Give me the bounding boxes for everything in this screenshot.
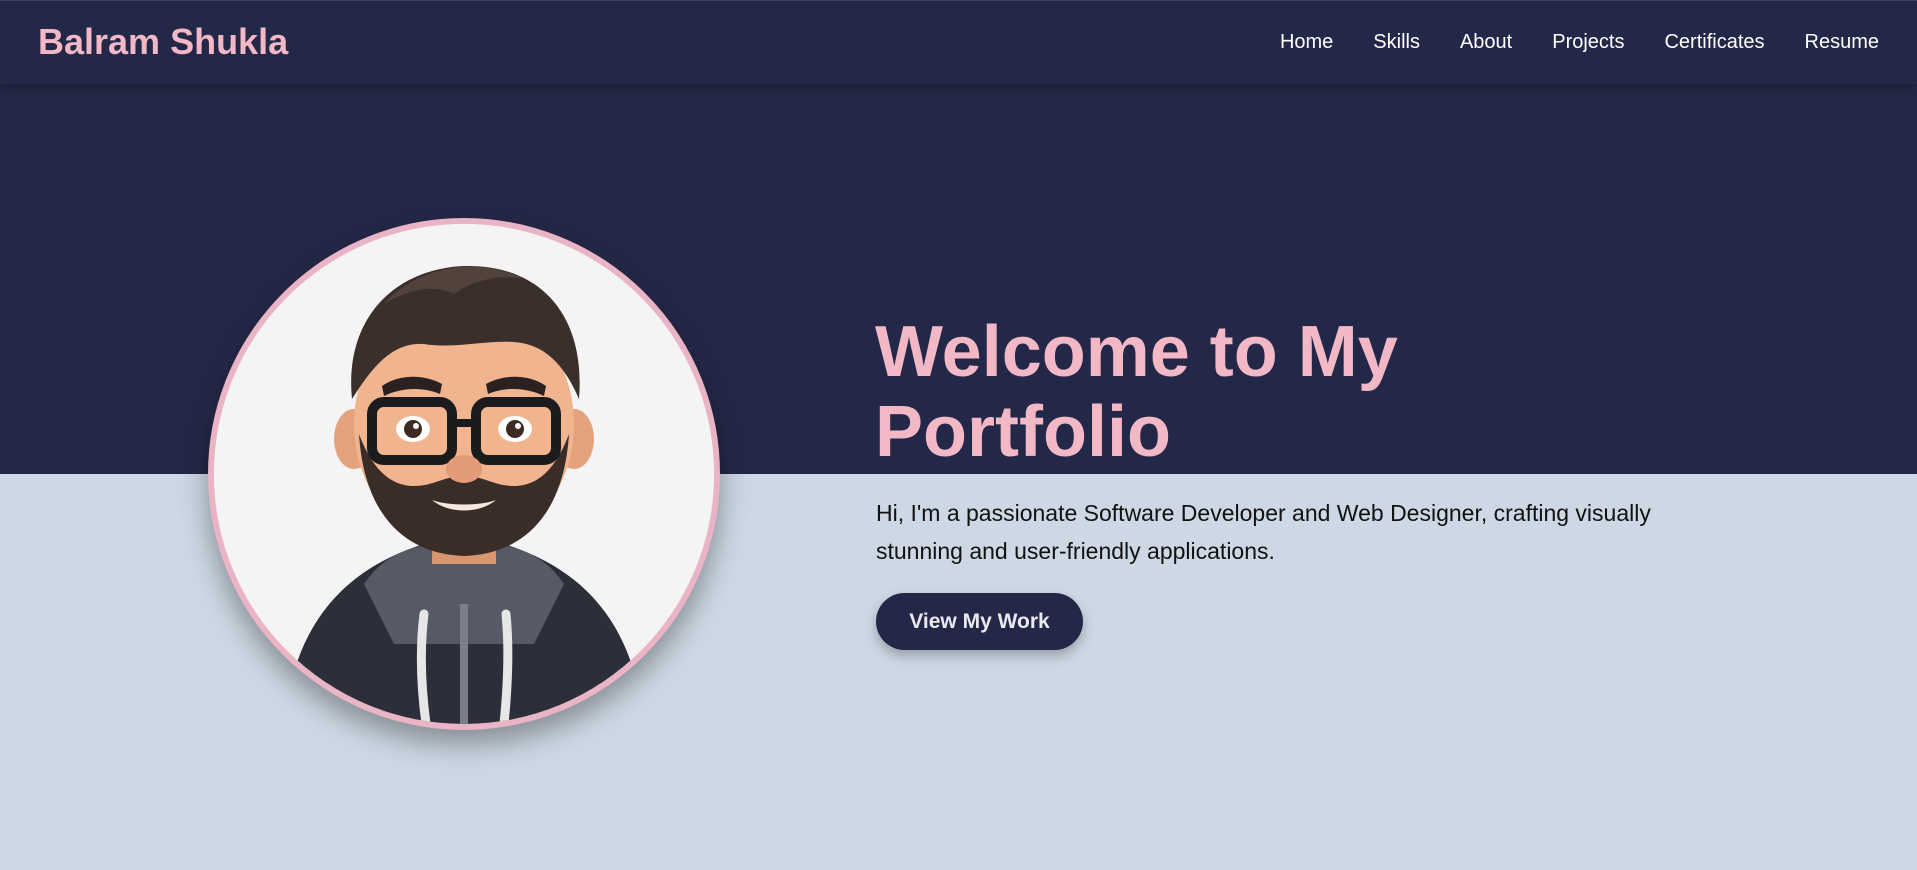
nav-link-certificates[interactable]: Certificates bbox=[1664, 31, 1764, 54]
profile-avatar bbox=[208, 218, 720, 730]
navbar: Balram Shukla Home Skills About Projects… bbox=[0, 0, 1917, 84]
view-my-work-button[interactable]: View My Work bbox=[876, 593, 1083, 650]
nav-link-home[interactable]: Home bbox=[1280, 31, 1333, 54]
nav-link-resume[interactable]: Resume bbox=[1805, 31, 1879, 54]
hero-description: Hi, I'm a passionate Software Developer … bbox=[876, 500, 1651, 564]
nav-link-skills[interactable]: Skills bbox=[1373, 31, 1420, 54]
nav-link-projects[interactable]: Projects bbox=[1552, 31, 1624, 54]
nav-links: Home Skills About Projects Certificates … bbox=[1280, 31, 1879, 54]
nav-link-about[interactable]: About bbox=[1460, 31, 1512, 54]
brand-logo[interactable]: Balram Shukla bbox=[38, 21, 288, 63]
avatar-illustration-icon bbox=[214, 224, 714, 724]
hero-title: Welcome to My Portfolio bbox=[875, 312, 1398, 472]
